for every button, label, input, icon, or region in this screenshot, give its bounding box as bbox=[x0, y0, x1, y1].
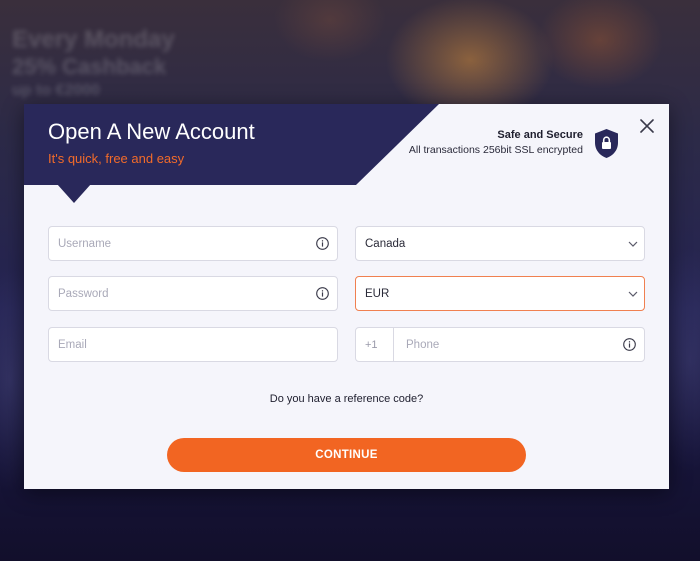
background-promo-line-2: 25% Cashback bbox=[12, 54, 167, 79]
reference-code-link[interactable]: Do you have a reference code? bbox=[24, 393, 669, 405]
email-field bbox=[48, 327, 338, 362]
info-icon[interactable] bbox=[316, 287, 329, 300]
email-input[interactable] bbox=[49, 328, 337, 361]
shield-lock-icon bbox=[595, 129, 618, 158]
username-field bbox=[48, 226, 338, 261]
close-icon bbox=[640, 119, 654, 133]
security-notice: Safe and Secure All transactions 256bit … bbox=[409, 129, 583, 156]
currency-select-field: EUR bbox=[355, 276, 645, 311]
info-icon[interactable] bbox=[316, 237, 329, 250]
country-select-field: Canada bbox=[355, 226, 645, 261]
background-promo-line-1: Every Monday bbox=[12, 26, 175, 53]
header-banner: Open A New Account It's quick, free and … bbox=[24, 104, 439, 185]
background-promo-line-3: up to €2000 bbox=[12, 82, 101, 99]
signup-modal: Open A New Account It's quick, free and … bbox=[24, 104, 669, 489]
modal-subtitle: It's quick, free and easy bbox=[48, 151, 185, 166]
phone-input[interactable] bbox=[394, 328, 644, 361]
currency-select[interactable]: EUR bbox=[356, 277, 644, 310]
modal-title: Open A New Account bbox=[48, 119, 255, 144]
password-input[interactable] bbox=[49, 277, 337, 310]
info-icon[interactable] bbox=[623, 338, 636, 351]
phone-country-code[interactable]: +1 bbox=[356, 328, 394, 361]
banner-pointer bbox=[57, 184, 91, 203]
security-subtitle: All transactions 256bit SSL encrypted bbox=[408, 144, 583, 156]
continue-button[interactable]: CONTINUE bbox=[167, 438, 526, 472]
password-field bbox=[48, 276, 338, 311]
security-title: Safe and Secure bbox=[497, 129, 583, 141]
phone-field: +1 bbox=[355, 327, 645, 362]
country-select[interactable]: Canada bbox=[356, 227, 644, 260]
close-button[interactable] bbox=[637, 116, 657, 136]
username-input[interactable] bbox=[49, 227, 337, 260]
